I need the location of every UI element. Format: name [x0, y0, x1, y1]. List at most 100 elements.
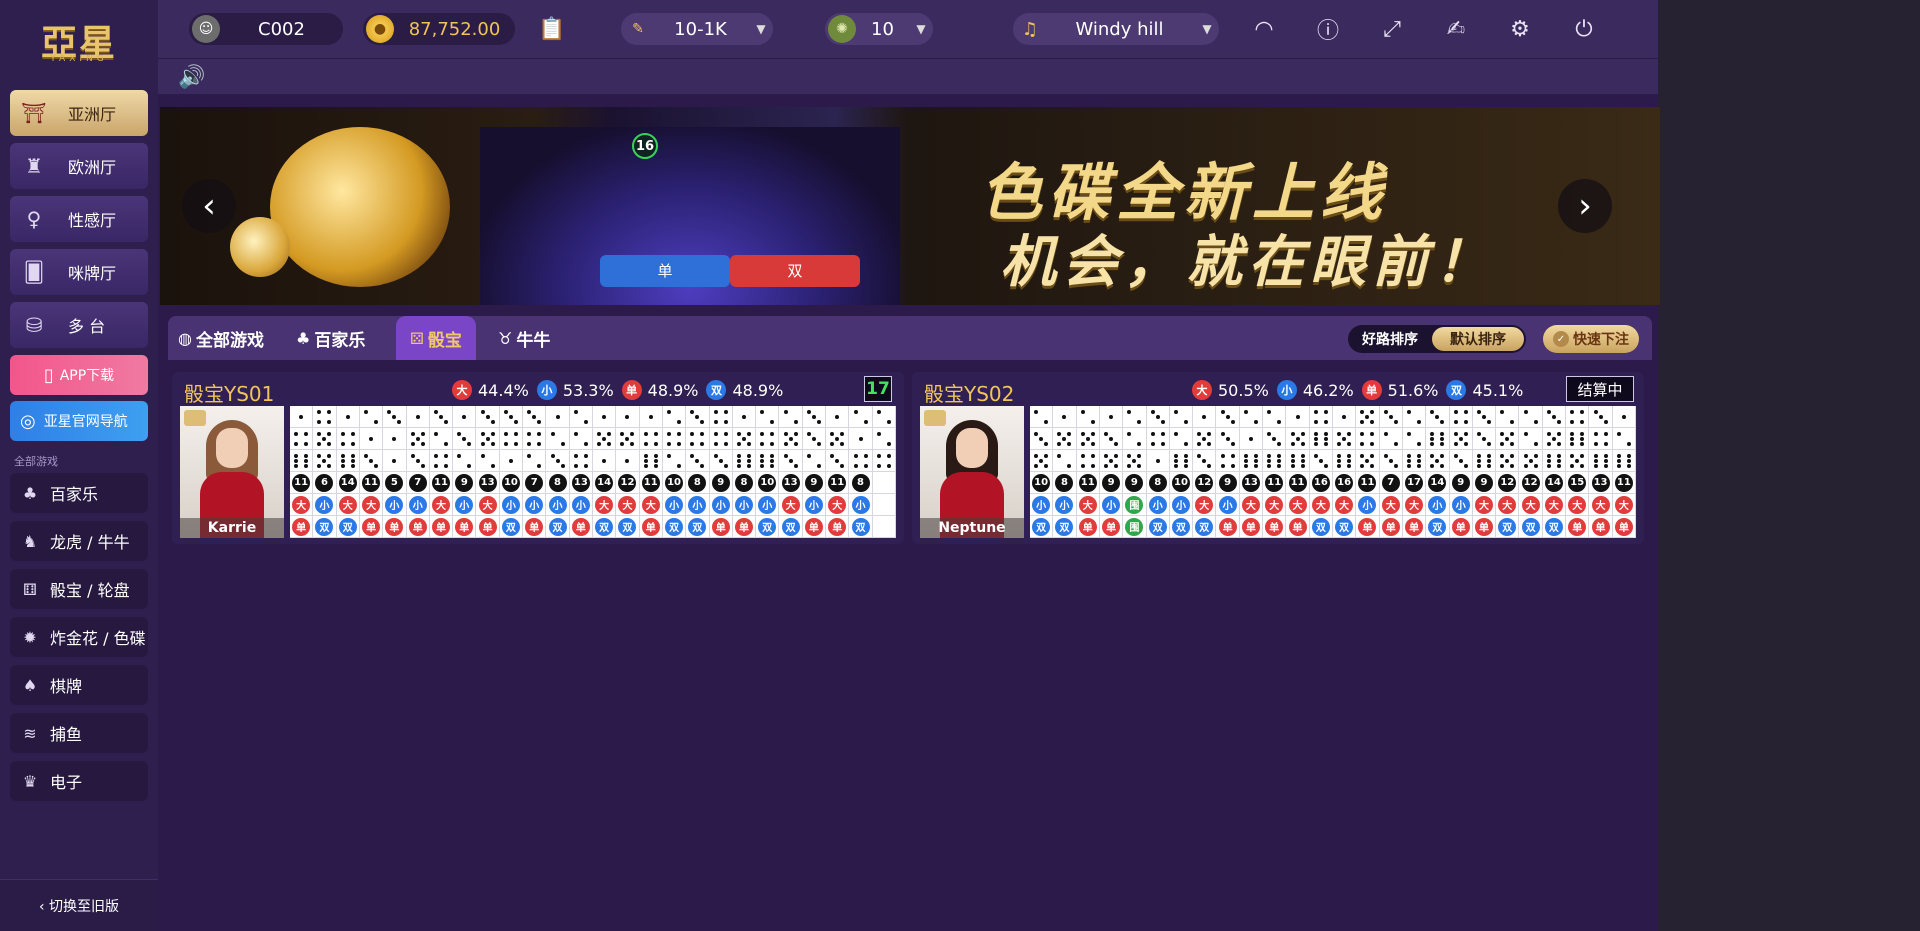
road-cell: 单 [1379, 516, 1403, 538]
category-item-2[interactable]: ⚅ 骰宝 / 轮盘 [10, 569, 148, 609]
road-cell: 单 [639, 516, 663, 538]
road-cell [616, 406, 640, 428]
big-small-marker: 小 [758, 495, 777, 514]
category-item-1[interactable]: ♞ 龙虎 / 牛牛 [10, 521, 148, 561]
gear-icon[interactable]: ⚙ [1504, 13, 1536, 45]
die-pip [537, 441, 542, 446]
category-item-0[interactable]: ♣ 百家乐 [10, 473, 148, 513]
die-pip [863, 419, 868, 424]
banner-prev-button[interactable]: ‹ [182, 179, 236, 233]
road-cell [1496, 428, 1520, 450]
stat-item: 双 48.9% [706, 380, 783, 400]
hall-item-4[interactable]: ⛁ 多 台 [10, 302, 148, 348]
road-cell [1053, 450, 1077, 472]
tab-2[interactable]: ⚄ 骰宝 [396, 316, 476, 360]
die-pip [602, 436, 607, 441]
die-pip [1173, 431, 1178, 436]
official-nav-button[interactable]: ◎ 亚星官网导航 [10, 401, 148, 441]
customer-service-icon[interactable]: ◠ [1248, 13, 1280, 45]
die-pip [1500, 463, 1505, 468]
total-marker: 13 [1591, 473, 1610, 492]
tab-3[interactable]: ♉ 牛牛 [498, 316, 550, 360]
banner-next-button[interactable]: › [1558, 179, 1612, 233]
die-pip [1080, 441, 1085, 446]
die-pip [1430, 436, 1435, 441]
road-cell: 单 [569, 516, 593, 538]
fullscreen-icon[interactable]: ⤢ [1376, 13, 1408, 45]
hall-item-3[interactable]: 🂠 咪牌厅 [10, 249, 148, 295]
die-pip [1453, 419, 1458, 424]
road-cell: 双 [1426, 516, 1450, 538]
category-item-5[interactable]: ≋ 捕鱼 [10, 713, 148, 753]
road-cell [1519, 406, 1543, 428]
die-pip [410, 431, 415, 436]
die-pip [830, 453, 835, 458]
hall-item-1[interactable]: ♜ 欧洲厅 [10, 143, 148, 189]
tab-1[interactable]: ♣ 百家乐 [296, 316, 365, 360]
category-item-6[interactable]: ♛ 电子 [10, 761, 148, 801]
odd-even-marker: 单 [1078, 517, 1097, 536]
die-pip [1360, 463, 1365, 468]
big-small-marker: 大 [1591, 495, 1610, 514]
die-face [712, 452, 730, 470]
stat-item: 大 50.5% [1192, 380, 1269, 400]
die-pip [1137, 419, 1142, 424]
info-icon[interactable]: ⓘ [1312, 13, 1344, 45]
road-cell: 9 [802, 472, 827, 494]
sort-good-road[interactable]: 好路排序 [1348, 329, 1432, 349]
switch-old-label: ‹ 切换至旧版 [38, 898, 120, 915]
road-cell: 13 [779, 472, 803, 494]
category-item-4[interactable]: ♠ 棋牌 [10, 665, 148, 705]
die-pip [1435, 458, 1440, 463]
stat-value: 53.3% [562, 380, 614, 400]
bet-record-icon[interactable]: 📋 [536, 13, 568, 45]
die-pip [537, 431, 542, 436]
odd-even-marker: 双 [618, 517, 637, 536]
tab-0[interactable]: ◍ 全部游戏 [178, 316, 264, 360]
game-table-card[interactable]: 骰宝YS02 大 50.5% 小 46.2% 单 51.6% 双 45.1% 结算中 Neptune… [912, 372, 1644, 544]
hall-item-0[interactable]: ⛩ 亚洲厅 [10, 90, 148, 136]
road-cell: 双 [546, 516, 570, 538]
brand-logo[interactable]: 亞星 YAXING [0, 0, 158, 80]
road-cell [1286, 428, 1310, 450]
speaker-icon[interactable]: 🔊 [178, 65, 205, 90]
die-pip [1313, 431, 1318, 436]
quick-bet-button[interactable]: ✓ 快速下注 [1543, 325, 1639, 353]
die-pip [1598, 414, 1603, 419]
road-cell [1356, 406, 1380, 428]
road-cell: 双 [662, 516, 687, 538]
big-small-marker: 大 [828, 495, 847, 514]
music-select[interactable]: ♫ Windy hill ▼ [1013, 13, 1219, 45]
die-face [432, 408, 450, 426]
die-pip [299, 414, 304, 419]
die-face [1172, 452, 1190, 470]
logout-icon[interactable]: ⏻ [1568, 13, 1600, 45]
game-table-card[interactable]: 骰宝YS01 大 44.4% 小 53.3% 单 48.9% 双 48.9% 17 Karrie 11… [172, 372, 904, 544]
die-pip [630, 431, 635, 436]
road-cell [1239, 406, 1264, 428]
die-face [1592, 430, 1610, 448]
die-pip [1417, 419, 1422, 424]
switch-old-version-button[interactable]: ‹ 切换至旧版 [0, 879, 158, 931]
die-pip [1463, 431, 1468, 436]
sort-toggle[interactable]: 好路排序 默认排序 [1348, 325, 1526, 353]
user-pill[interactable]: ☺ C002 [189, 13, 343, 45]
die-face [1405, 430, 1423, 448]
total-marker: 9 [1474, 473, 1493, 492]
hall-item-2[interactable]: ♀ 性感厅 [10, 196, 148, 242]
road-cell: 大 [1612, 494, 1636, 516]
die-pip [625, 458, 630, 463]
edit-icon[interactable]: ✍ [1440, 13, 1472, 45]
die-face [735, 408, 753, 426]
category-item-3[interactable]: ✹ 炸金花 / 色碟 [10, 617, 148, 657]
promo-banner[interactable]: 单 双 16 色碟全新上线 机会，就在眼前！ ‹ › [160, 107, 1660, 305]
sort-default[interactable]: 默认排序 [1432, 327, 1524, 351]
die-pip [677, 419, 682, 424]
app-download-button[interactable]: ▯ APP下载 [10, 355, 148, 395]
limit-select[interactable]: ✎ 10-1K ▼ [621, 13, 773, 45]
die-pip [1067, 441, 1072, 446]
big-small-marker: 小 [408, 495, 427, 514]
chip-select[interactable]: ✺ 10 ▼ [825, 13, 933, 45]
die-face [1032, 408, 1050, 426]
die-pip [1290, 453, 1295, 458]
